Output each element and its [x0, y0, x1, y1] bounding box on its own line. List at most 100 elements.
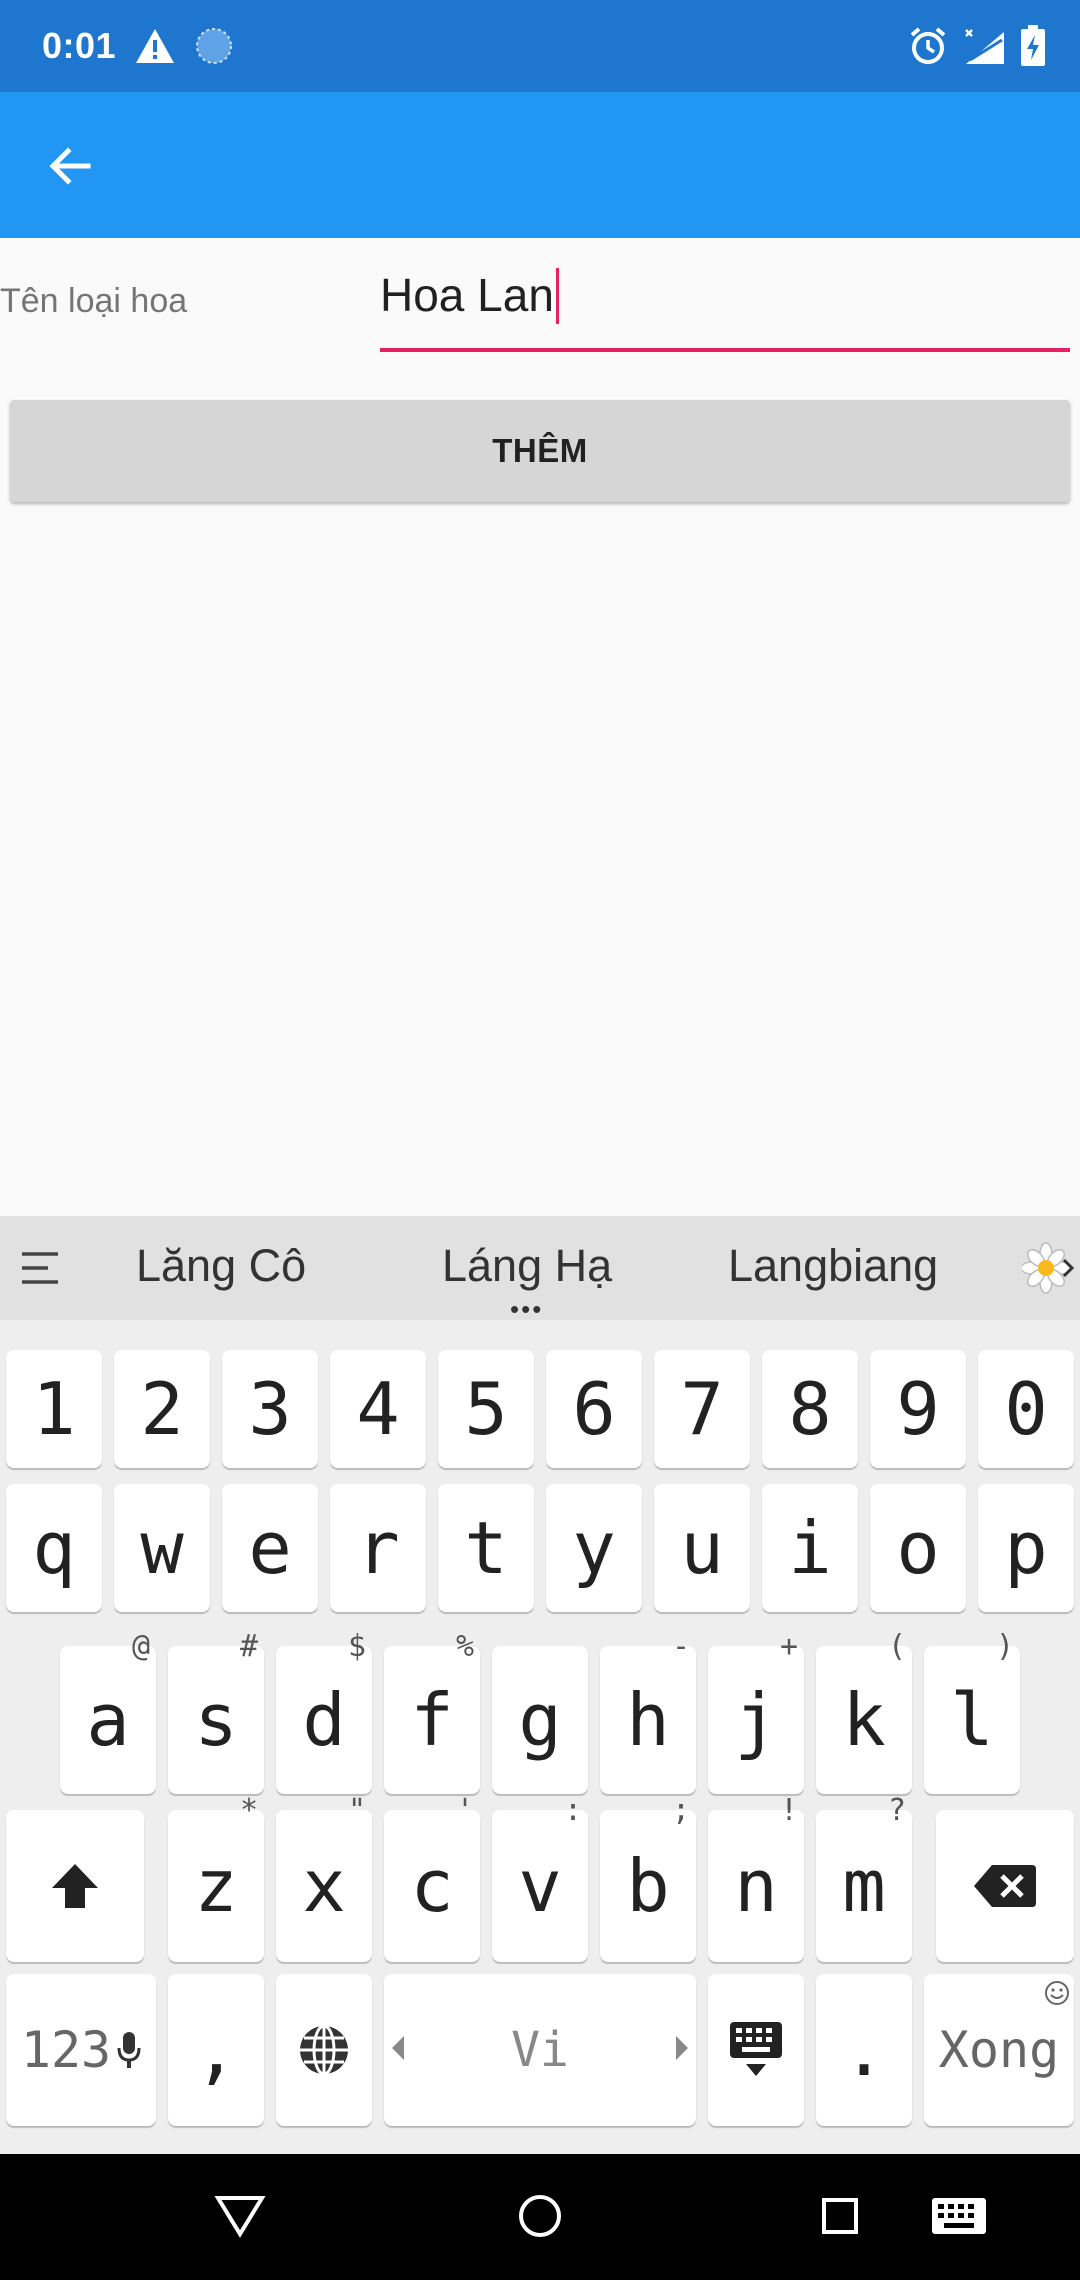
shift-arrow-icon: [52, 1864, 98, 1908]
key-m-hint: ?: [887, 1793, 906, 1828]
suggestion-1[interactable]: Lăng Cô: [136, 1240, 306, 1292]
shift-key[interactable]: [6, 1810, 144, 1962]
key-b[interactable]: b;: [600, 1796, 696, 1962]
key-q[interactable]: q: [6, 1484, 102, 1612]
space-key[interactable]: Vi: [384, 1974, 696, 2126]
flower-emoji-suggestion[interactable]: [1022, 1238, 1080, 1298]
back-triangle-icon[interactable]: [212, 2190, 268, 2247]
key-y-label: y: [572, 1506, 616, 1590]
status-bar: 0:01: [0, 0, 1080, 92]
key-d[interactable]: d $: [276, 1632, 372, 1794]
key-v-hint: :: [563, 1793, 582, 1828]
suggestion-3[interactable]: Langbiang: [728, 1240, 938, 1292]
key-j[interactable]: j +: [708, 1632, 804, 1794]
flower-type-input[interactable]: Hoa Lan: [380, 262, 1070, 352]
key-z-hint: *: [239, 1793, 258, 1828]
key-p[interactable]: p: [978, 1484, 1074, 1612]
key-o[interactable]: o: [870, 1484, 966, 1612]
key-r[interactable]: r: [330, 1484, 426, 1612]
key-4[interactable]: 4: [330, 1350, 426, 1468]
globe-icon: [300, 2024, 348, 2076]
key-e[interactable]: e: [222, 1484, 318, 1612]
key-4-label: 4: [356, 1367, 400, 1451]
key-l[interactable]: l): [924, 1632, 1020, 1794]
home-circle-icon[interactable]: [512, 2190, 568, 2247]
mic-icon: [117, 2032, 141, 2068]
key-a[interactable]: a @: [60, 1632, 156, 1794]
delete-key[interactable]: [936, 1810, 1074, 1962]
key-9-label: 9: [896, 1367, 940, 1451]
app-bar: [0, 92, 1080, 238]
alarm-icon: [908, 26, 948, 66]
hide-keyboard-key[interactable]: [708, 1974, 804, 2126]
key-n-hint: !: [779, 1793, 798, 1828]
status-time: 0:01: [42, 25, 117, 66]
arrow-back-icon: [49, 147, 91, 185]
key-z[interactable]: z *: [168, 1796, 264, 1962]
backspace-icon: [974, 1865, 1036, 1907]
screen: 0:01 Tên loại hoa Hoa Lan THÊM Lăng Cô L…: [0, 0, 1080, 2280]
key-f-label: f: [410, 1678, 454, 1762]
key-8[interactable]: 8: [762, 1350, 858, 1468]
suggestion-bar: Lăng Cô Láng Hạ ••• Langbiang: [0, 1216, 1080, 1324]
recents-square-icon[interactable]: [812, 2190, 868, 2247]
key-c[interactable]: c ': [384, 1796, 480, 1962]
sync-icon: [194, 26, 234, 66]
key-9[interactable]: 9: [870, 1350, 966, 1468]
keyboard-switch-icon[interactable]: [930, 2190, 988, 2247]
symbols-key[interactable]: 123: [6, 1974, 156, 2126]
key-t[interactable]: t: [438, 1484, 534, 1612]
input-value: Hoa Lan: [380, 269, 554, 321]
more-suggestions-dots: •••: [510, 1294, 544, 1324]
key-x[interactable]: x ": [276, 1796, 372, 1962]
comma-key[interactable]: ,: [168, 1974, 264, 2126]
key-a-label: a: [86, 1678, 130, 1762]
key-f-hint: %: [455, 1629, 474, 1664]
key-6-label: 6: [572, 1367, 616, 1451]
key-s[interactable]: s #: [168, 1632, 264, 1794]
key-m[interactable]: m?: [816, 1796, 912, 1962]
key-a-hint: @: [131, 1629, 150, 1664]
menu-icon[interactable]: [20, 1248, 62, 1288]
key-i[interactable]: i: [762, 1484, 858, 1612]
period-key[interactable]: .: [816, 1974, 912, 2126]
key-1[interactable]: 1: [6, 1350, 102, 1468]
key-2[interactable]: 2: [114, 1350, 210, 1468]
key-k[interactable]: k(: [816, 1632, 912, 1794]
key-h[interactable]: h-: [600, 1632, 696, 1794]
key-f[interactable]: f%: [384, 1632, 480, 1794]
back-button[interactable]: [30, 126, 110, 206]
key-h-hint: -: [671, 1629, 690, 1664]
key-y[interactable]: y: [546, 1484, 642, 1612]
chevron-left-icon: [390, 2034, 406, 2066]
key-2-label: 2: [140, 1367, 184, 1451]
key-3[interactable]: 3: [222, 1350, 318, 1468]
key-n[interactable]: n!: [708, 1796, 804, 1962]
key-7[interactable]: 7: [654, 1350, 750, 1468]
key-p-label: p: [1004, 1506, 1048, 1590]
key-5[interactable]: 5: [438, 1350, 534, 1468]
key-d-hint: $: [347, 1629, 366, 1664]
keyboard-hide-icon: [730, 2022, 782, 2076]
key-g[interactable]: g: [492, 1646, 588, 1794]
keyboard: 123 , Vi . Xong 1234567890q w e r t y u …: [0, 1320, 1080, 2154]
symbols-key-label: 123: [20, 2021, 112, 2079]
key-l-label: l: [950, 1678, 994, 1762]
key-c-label: c: [410, 1844, 454, 1928]
key-v[interactable]: v:: [492, 1796, 588, 1962]
key-w[interactable]: w: [114, 1484, 210, 1612]
language-key[interactable]: [276, 1974, 372, 2126]
battery-charging-icon: [1020, 25, 1046, 67]
period-key-label: .: [842, 2008, 886, 2092]
key-u[interactable]: u: [654, 1484, 750, 1612]
key-m-label: m: [842, 1844, 886, 1928]
key-n-label: n: [734, 1844, 778, 1928]
suggestion-2[interactable]: Láng Hạ: [442, 1240, 612, 1292]
key-0[interactable]: 0: [978, 1350, 1074, 1468]
add-button[interactable]: THÊM: [10, 400, 1070, 502]
key-r-label: r: [356, 1506, 400, 1590]
done-key[interactable]: Xong: [924, 1974, 1074, 2126]
key-6[interactable]: 6: [546, 1350, 642, 1468]
done-key-label: Xong: [938, 2021, 1060, 2079]
key-s-label: s: [194, 1678, 238, 1762]
